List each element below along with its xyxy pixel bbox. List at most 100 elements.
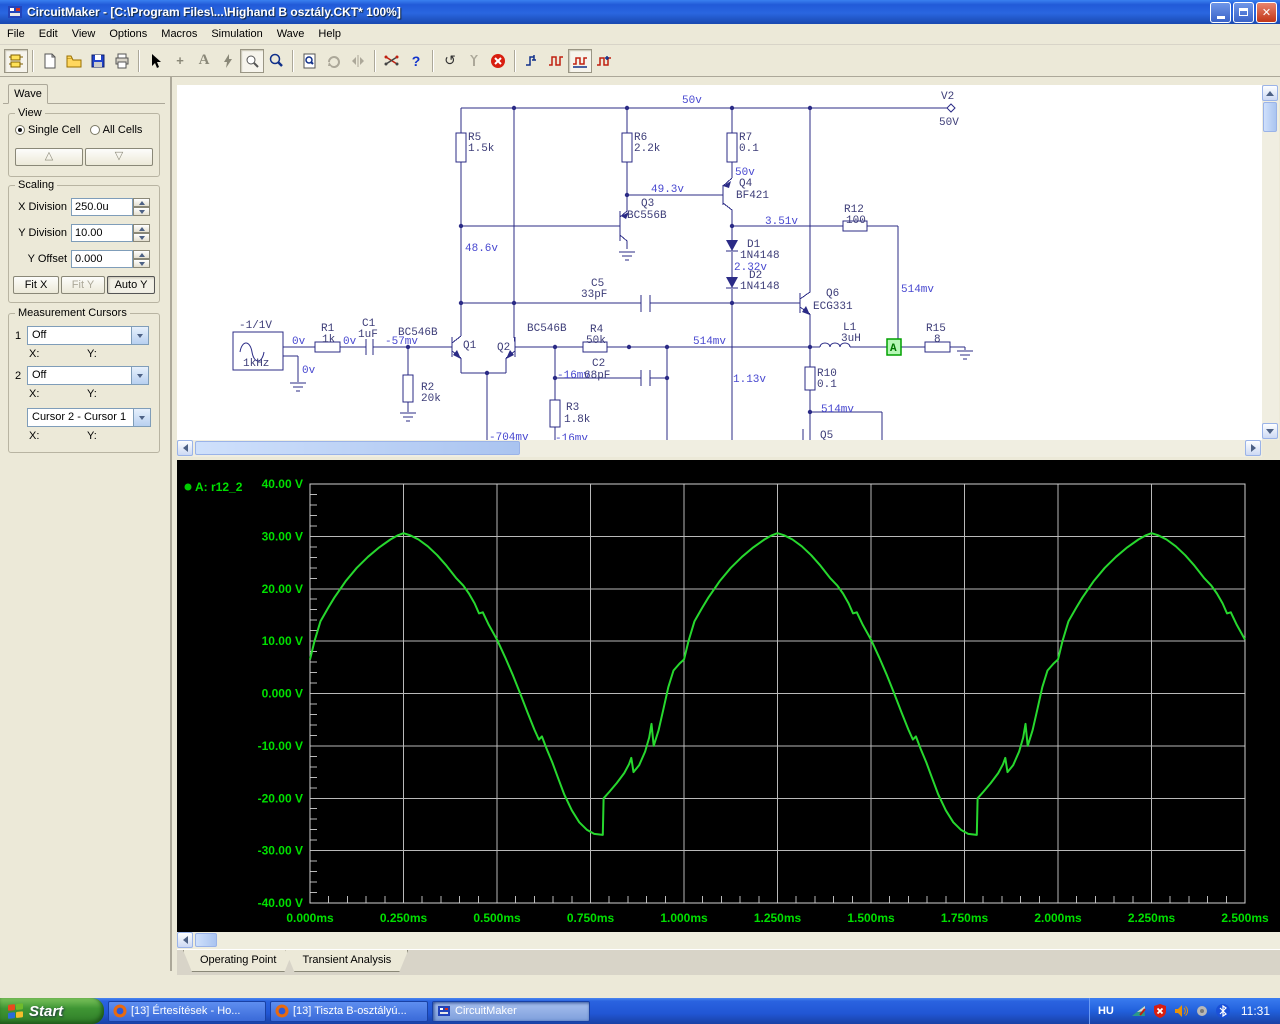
cursor2-value: Off bbox=[32, 369, 47, 381]
cursors-group-label: Measurement Cursors bbox=[15, 307, 130, 319]
y-division-spinner[interactable] bbox=[133, 224, 150, 242]
x-division-spinner[interactable] bbox=[133, 198, 150, 216]
schematic-label: 1kHz bbox=[243, 358, 269, 370]
fit-x-button[interactable]: Fit X bbox=[13, 276, 59, 294]
volume-icon[interactable] bbox=[1173, 1003, 1189, 1019]
menu-wave[interactable]: Wave bbox=[270, 25, 312, 43]
schematic-label: ECG331 bbox=[813, 301, 853, 313]
taskbar-task-2[interactable]: [13] Tiszta B-osztályú... bbox=[270, 1000, 428, 1022]
reset-icon[interactable]: ↺ bbox=[438, 49, 462, 73]
cursor2-label: 2 bbox=[15, 369, 22, 382]
waveform-hscroll-thumb[interactable] bbox=[195, 933, 217, 947]
fit-y-button[interactable]: Fit Y bbox=[61, 276, 105, 294]
menu-view[interactable]: View bbox=[65, 25, 103, 43]
analog-waveforms-icon[interactable] bbox=[544, 49, 568, 73]
schematic-label: 1.8k bbox=[564, 414, 591, 426]
schematic-canvas[interactable]: A 50v V250VR51.5kR62.2kR70.149.3v48.6vQ3B… bbox=[177, 85, 1262, 440]
delete-tool-icon[interactable] bbox=[216, 49, 240, 73]
transient-waveforms-icon[interactable] bbox=[568, 48, 592, 73]
zoom-page-icon[interactable] bbox=[298, 49, 322, 73]
stop-simulation-icon[interactable] bbox=[486, 49, 510, 73]
switch-tool-icon[interactable] bbox=[380, 49, 404, 73]
new-file-icon[interactable] bbox=[38, 49, 62, 73]
waveform-hscrollbar[interactable] bbox=[177, 932, 1280, 949]
schematic-label: 514mv bbox=[821, 404, 854, 416]
toolbar-separator bbox=[32, 49, 34, 72]
axis-tick-label: 0.750ms bbox=[567, 911, 615, 925]
schematic-label: 1N4148 bbox=[740, 250, 780, 262]
pen-tablet-icon[interactable] bbox=[1131, 1003, 1147, 1019]
analysis-tab-row: Operating Point Transient Analysis bbox=[177, 949, 1280, 975]
security-shield-icon[interactable] bbox=[1152, 1003, 1168, 1019]
trace-name-label[interactable]: A: r12_2 bbox=[195, 480, 243, 494]
probe-tool-icon[interactable] bbox=[240, 48, 264, 73]
digital-waveforms-icon[interactable] bbox=[592, 49, 616, 73]
menu-edit[interactable]: Edit bbox=[32, 25, 65, 43]
text-tool-icon[interactable]: A bbox=[192, 49, 216, 73]
menu-macros[interactable]: Macros bbox=[154, 25, 204, 43]
y-offset-input[interactable]: 0.000 bbox=[71, 250, 133, 268]
tab-wave[interactable]: Wave bbox=[8, 84, 48, 104]
hscroll-thumb[interactable] bbox=[195, 441, 520, 455]
clock[interactable]: 11:31 bbox=[1241, 1004, 1270, 1018]
waveform-panel[interactable]: 40.00 V 30.00 V 20.00 V 10.00 V 0.000 V -10.0… bbox=[177, 460, 1280, 932]
probe-marker-a[interactable]: A bbox=[886, 338, 902, 356]
bluetooth-icon[interactable] bbox=[1215, 1003, 1231, 1019]
probe-marker-label: A bbox=[890, 343, 897, 355]
language-indicator[interactable]: HU bbox=[1098, 1005, 1114, 1017]
tab-transient-analysis[interactable]: Transient Analysis bbox=[285, 950, 408, 972]
cell-down-button[interactable]: ▽ bbox=[85, 148, 153, 166]
schematic-hscrollbar[interactable] bbox=[177, 440, 1262, 457]
waveform-minor-ticks bbox=[310, 493, 1227, 903]
taskbar: Start [13] Értesítések - Ho... [13] Tisz… bbox=[0, 998, 1280, 1024]
start-button[interactable]: Start bbox=[0, 998, 104, 1024]
cursor-tool-icon[interactable] bbox=[144, 49, 168, 73]
schematic-label: 33pF bbox=[581, 289, 607, 301]
taskbar-task-1[interactable]: [13] Értesítések - Ho... bbox=[108, 1000, 266, 1022]
schematic-vscrollbar[interactable] bbox=[1262, 85, 1279, 440]
x-division-input[interactable]: 250.0u bbox=[71, 198, 133, 216]
mirror-icon[interactable] bbox=[346, 49, 370, 73]
wire-tool-icon[interactable]: + bbox=[168, 49, 192, 73]
axis-tick-label: 1.000ms bbox=[660, 911, 708, 925]
menu-options[interactable]: Options bbox=[102, 25, 154, 43]
parts-bin-icon[interactable] bbox=[4, 48, 28, 73]
scroll-right-icon bbox=[1250, 444, 1256, 452]
taskbar-task-circuitmaker[interactable]: CircuitMaker bbox=[432, 1000, 590, 1022]
circuitmaker-icon bbox=[438, 1006, 450, 1016]
cursor-diff-select[interactable]: Cursor 2 - Cursor 1 bbox=[27, 408, 151, 427]
scope-probe-icon[interactable] bbox=[520, 49, 544, 73]
title-bar[interactable]: CircuitMaker - [C:\Program Files\...\Hig… bbox=[0, 0, 1280, 24]
open-file-icon[interactable] bbox=[62, 49, 86, 73]
restore-button[interactable] bbox=[1233, 1, 1254, 23]
y-division-input[interactable]: 10.00 bbox=[71, 224, 133, 242]
device-icon[interactable] bbox=[1194, 1003, 1210, 1019]
menu-simulation[interactable]: Simulation bbox=[204, 25, 269, 43]
menu-help[interactable]: Help bbox=[311, 25, 348, 43]
rotate-icon[interactable] bbox=[322, 49, 346, 73]
radio-single-cell[interactable]: Single Cell bbox=[15, 124, 81, 136]
print-icon[interactable] bbox=[110, 49, 134, 73]
menu-file[interactable]: File bbox=[0, 25, 32, 43]
tab-operating-point[interactable]: Operating Point bbox=[183, 950, 293, 972]
toolbar-separator bbox=[374, 49, 376, 72]
schematic-label: -704mv bbox=[489, 432, 529, 440]
cursor2-select[interactable]: Off bbox=[27, 366, 149, 385]
auto-y-button[interactable]: Auto Y bbox=[107, 276, 155, 294]
y-offset-spinner[interactable] bbox=[133, 250, 150, 268]
schematic-label: 514mv bbox=[693, 336, 726, 348]
schematic-label: 1.13v bbox=[733, 374, 766, 386]
toolbar-separator bbox=[292, 49, 294, 72]
radio-all-cells[interactable]: All Cells bbox=[89, 124, 142, 136]
zoom-tool-icon[interactable] bbox=[264, 49, 288, 73]
save-file-icon[interactable] bbox=[86, 49, 110, 73]
vscroll-thumb[interactable] bbox=[1263, 102, 1277, 132]
options-wrench-icon[interactable] bbox=[462, 49, 486, 73]
help-icon[interactable]: ? bbox=[404, 49, 428, 73]
axis-tick-label: 1.500ms bbox=[847, 911, 895, 925]
close-button[interactable]: ✕ bbox=[1256, 1, 1277, 23]
cursor1-select[interactable]: Off bbox=[27, 326, 149, 345]
minimize-button[interactable] bbox=[1210, 1, 1231, 23]
schematic-label: BC556B bbox=[627, 210, 667, 222]
cell-up-button[interactable]: △ bbox=[15, 148, 83, 166]
